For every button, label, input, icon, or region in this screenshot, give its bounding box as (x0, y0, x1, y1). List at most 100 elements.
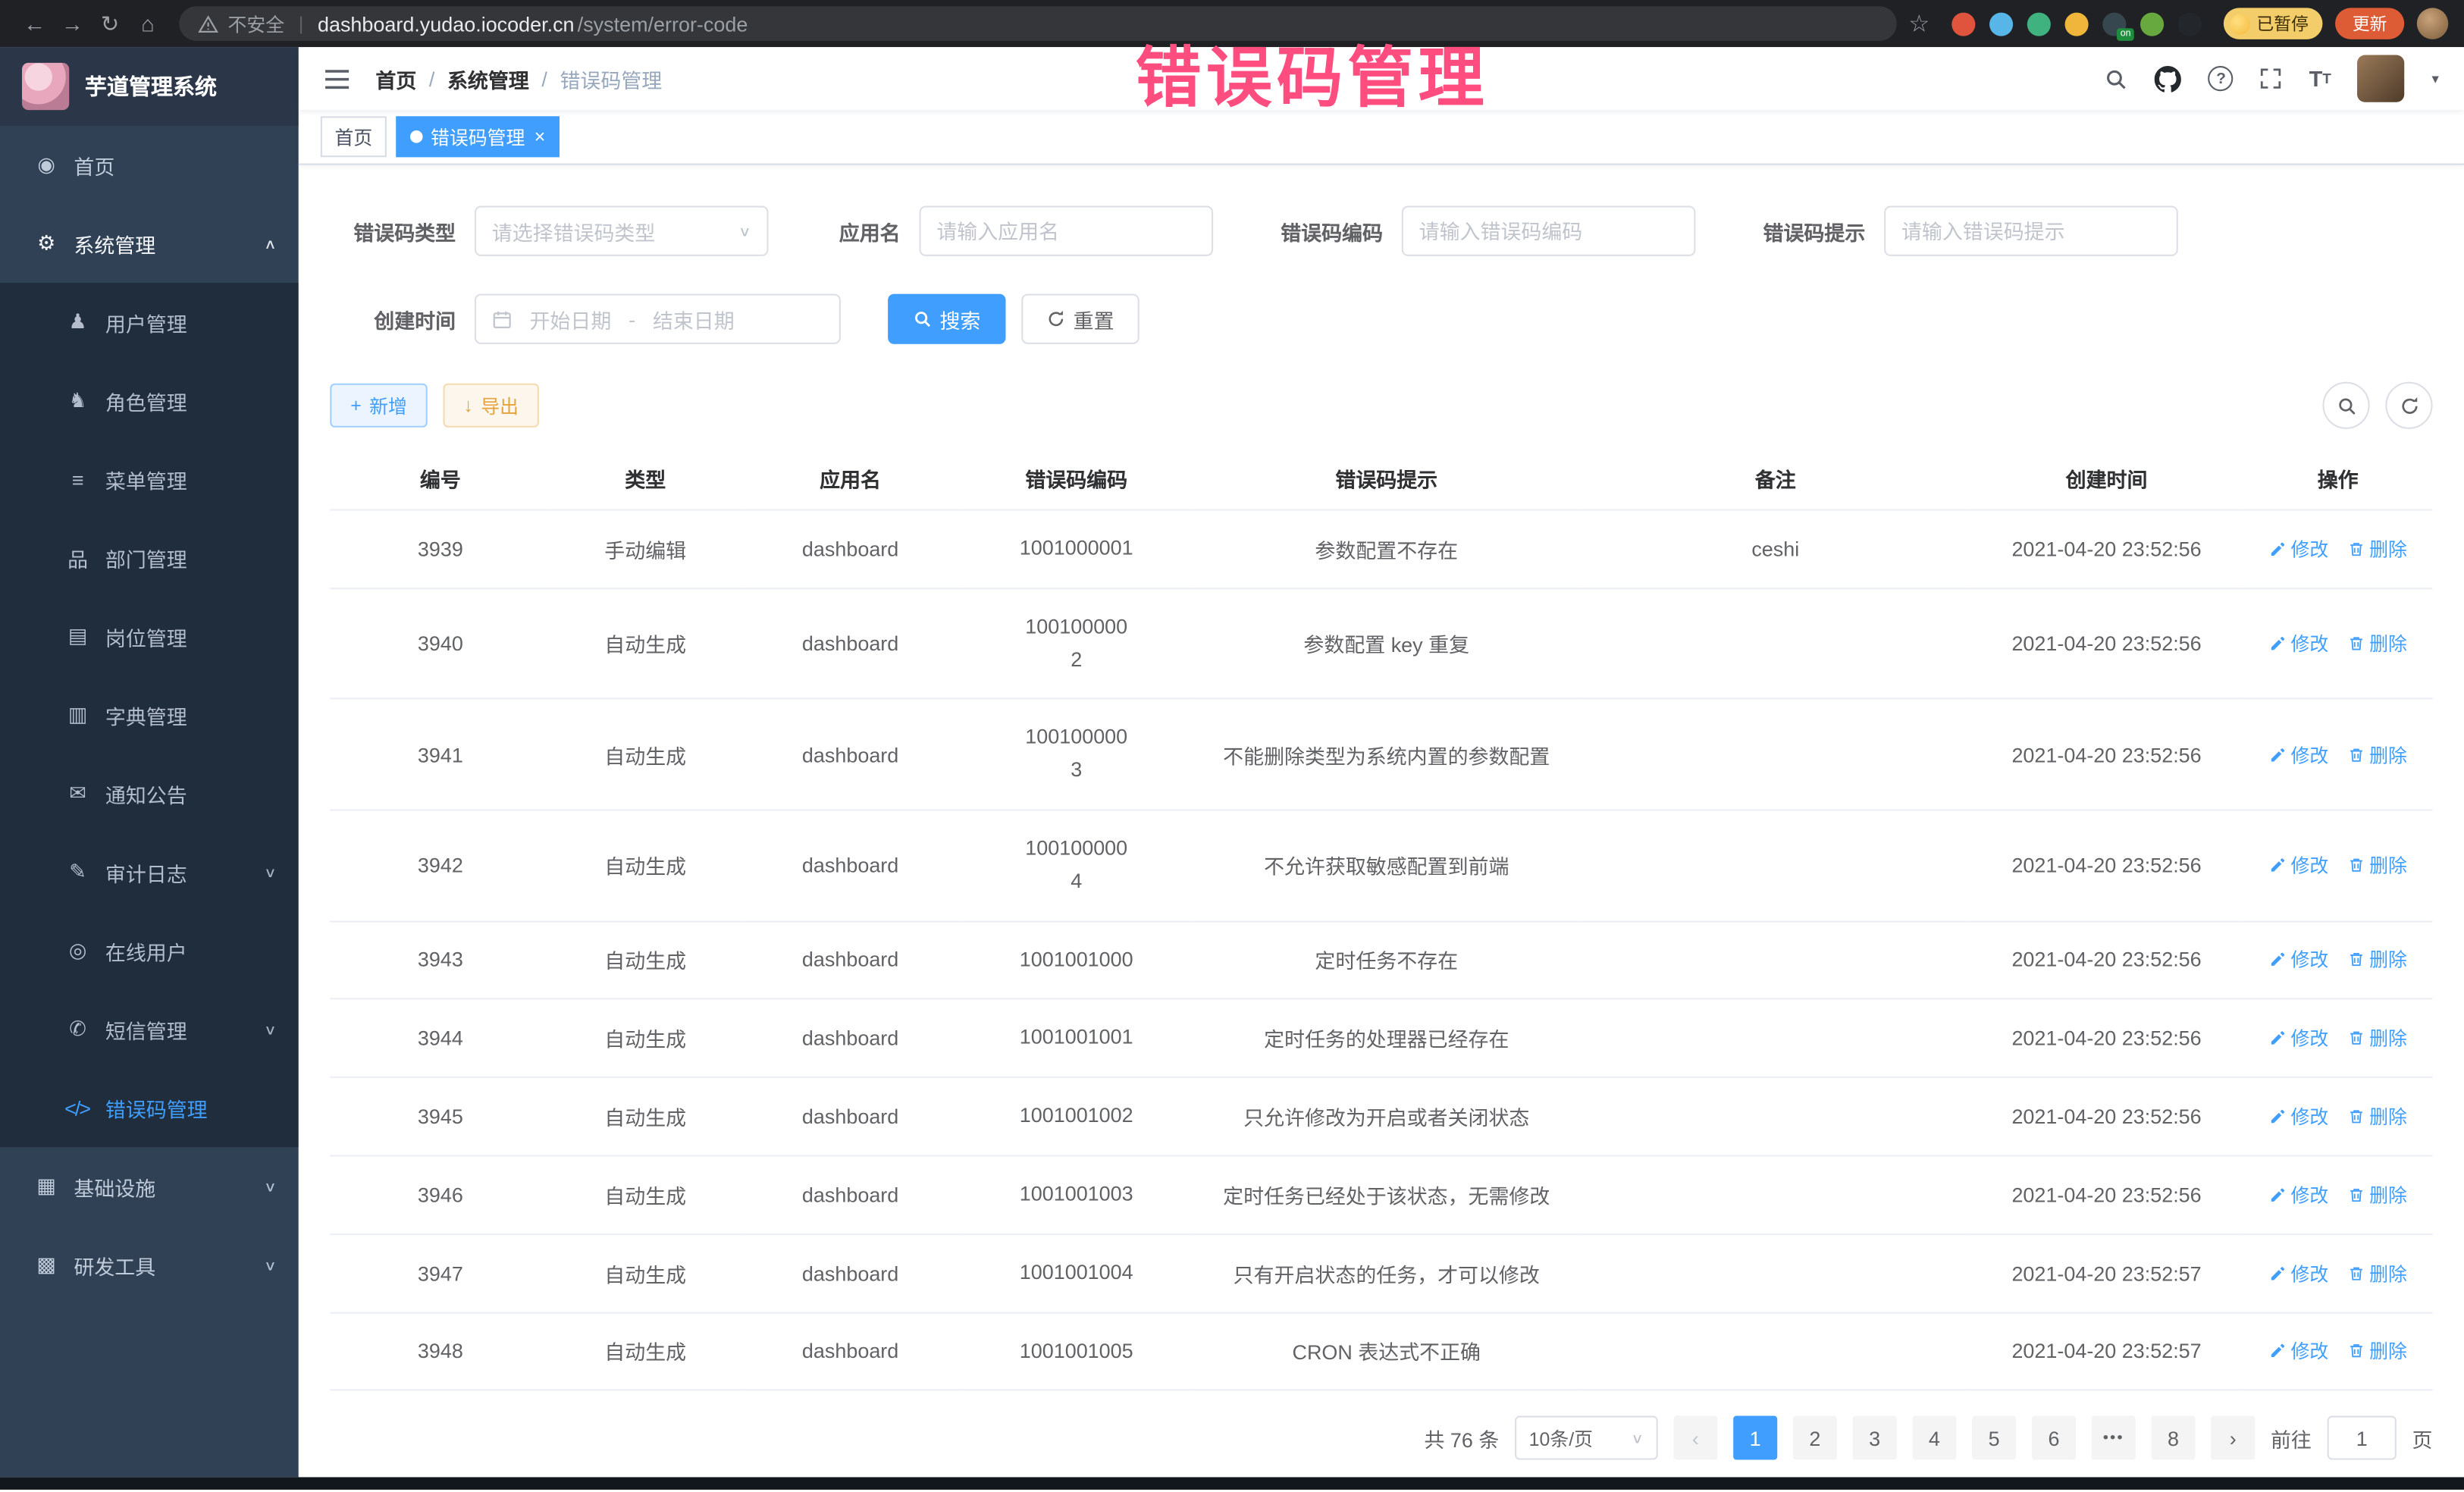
column-header[interactable]: 应用名 (740, 448, 961, 510)
edit-link[interactable]: 修改 (2268, 1260, 2328, 1287)
extension-icon-blue-drop[interactable] (1989, 12, 2013, 36)
delete-link[interactable]: 删除 (2347, 947, 2407, 973)
security-label[interactable]: 不安全 (228, 10, 285, 36)
page-size-select[interactable]: 10条/页 ∨ (1515, 1416, 1658, 1460)
delete-link[interactable]: 删除 (2347, 630, 2407, 657)
browser-update-button[interactable]: 更新 (2335, 8, 2404, 39)
delete-link[interactable]: 删除 (2347, 1103, 2407, 1130)
error-msg-input[interactable] (1884, 206, 2178, 256)
sidebar-item[interactable]: ▩ 研发工具 ∨ (0, 1226, 299, 1305)
sidebar-item[interactable]: ≡ 菜单管理 (0, 440, 299, 519)
page-button[interactable]: 3 (1853, 1416, 1897, 1460)
fullscreen-icon[interactable] (2260, 67, 2282, 89)
breadcrumb-item[interactable]: 系统管理 (447, 64, 529, 93)
app-logo[interactable]: 芋道管理系统 (0, 47, 299, 126)
extension-icon-switch[interactable]: on (2102, 12, 2126, 36)
column-header[interactable]: 类型 (550, 448, 740, 510)
delete-link[interactable]: 删除 (2347, 852, 2407, 879)
column-header[interactable]: 备注 (1581, 448, 1970, 510)
prev-page-button[interactable]: ‹ (1673, 1416, 1717, 1460)
page-button[interactable]: 2 (1793, 1416, 1837, 1460)
goto-page-input[interactable] (2328, 1416, 2397, 1460)
sidebar-item[interactable]: </> 错误码管理 (0, 1068, 299, 1147)
page-button[interactable]: 5 (1972, 1416, 2016, 1460)
page-button[interactable]: 1 (1733, 1416, 1777, 1460)
sidebar-item[interactable]: ▦ 基础设施 ∨ (0, 1147, 299, 1226)
delete-link[interactable]: 删除 (2347, 536, 2407, 563)
search-button[interactable]: 搜索 (888, 294, 1005, 344)
address-bar[interactable]: 不安全 | dashboard.yudao.iocoder.cn /system… (179, 6, 1896, 41)
extension-icon-green-v[interactable] (2027, 12, 2051, 36)
extension-icon-red-circle[interactable] (1951, 12, 1975, 36)
view-tag[interactable]: 首页 (321, 116, 387, 157)
breadcrumb-item[interactable]: 首页 (375, 64, 416, 93)
sidebar-toggle-button[interactable] (318, 61, 357, 97)
avatar-caret-icon[interactable]: ▾ (2431, 70, 2438, 87)
app-name-input[interactable] (920, 206, 1214, 256)
edit-link[interactable]: 修改 (2268, 536, 2328, 563)
page-button[interactable]: 4 (1912, 1416, 1956, 1460)
start-date-placeholder[interactable]: 开始日期 (529, 304, 611, 334)
browser-home-icon[interactable]: ⌂ (129, 11, 167, 36)
search-icon[interactable] (2105, 67, 2128, 90)
column-header[interactable]: 创建时间 (1970, 448, 2243, 510)
extension-icon-colorful-grid[interactable] (2065, 12, 2089, 36)
delete-link[interactable]: 删除 (2347, 1181, 2407, 1208)
profile-paused-badge[interactable]: 已暂停 (2224, 8, 2323, 39)
sidebar-item[interactable]: ◎ 在线用户 (0, 911, 299, 990)
browser-forward-icon[interactable]: → (53, 11, 91, 36)
github-icon[interactable] (2155, 65, 2182, 92)
page-button[interactable]: 6 (2032, 1416, 2076, 1460)
column-header[interactable]: 错误码编码 (961, 448, 1192, 510)
delete-link[interactable]: 删除 (2347, 741, 2407, 768)
sidebar-item[interactable]: ▥ 字典管理 (0, 675, 299, 754)
edit-link[interactable]: 修改 (2268, 1103, 2328, 1130)
sidebar-item[interactable]: 品 部门管理 (0, 519, 299, 597)
edit-link[interactable]: 修改 (2268, 630, 2328, 657)
browser-back-icon[interactable]: ← (16, 11, 54, 36)
edit-link[interactable]: 修改 (2268, 1338, 2328, 1365)
sidebar-item[interactable]: ♟ 用户管理 (0, 283, 299, 362)
edit-link[interactable]: 修改 (2268, 1025, 2328, 1052)
sidebar-item[interactable]: ✉ 通知公告 (0, 754, 299, 833)
extension-icon-green-leaf[interactable] (2140, 12, 2164, 36)
close-tag-icon[interactable]: × (534, 126, 546, 148)
browser-profile-avatar[interactable] (2417, 8, 2448, 39)
delete-link[interactable]: 删除 (2347, 1025, 2407, 1052)
date-range-picker[interactable]: 开始日期 - 结束日期 (475, 294, 841, 344)
delete-link[interactable]: 删除 (2347, 1260, 2407, 1287)
breadcrumb-item[interactable]: 错误码管理 (560, 64, 662, 93)
error-code-input[interactable] (1402, 206, 1696, 256)
sidebar-item[interactable]: ♞ 角色管理 (0, 362, 299, 440)
sidebar-item[interactable]: ▤ 岗位管理 (0, 597, 299, 676)
refresh-table-button[interactable] (2385, 382, 2432, 429)
toggle-search-button[interactable] (2322, 382, 2369, 429)
view-tag[interactable]: 错误码管理 × (396, 116, 560, 157)
end-date-placeholder[interactable]: 结束日期 (653, 304, 735, 334)
column-header[interactable]: 操作 (2243, 448, 2433, 510)
edit-link[interactable]: 修改 (2268, 741, 2328, 768)
edit-link[interactable]: 修改 (2268, 947, 2328, 973)
help-icon[interactable]: ? (2209, 66, 2234, 91)
page-button[interactable]: ••• (2092, 1416, 2136, 1460)
edit-link[interactable]: 修改 (2268, 1181, 2328, 1208)
reset-button[interactable]: 重置 (1021, 294, 1139, 344)
edit-link[interactable]: 修改 (2268, 852, 2328, 879)
delete-link[interactable]: 删除 (2347, 1338, 2407, 1365)
column-header[interactable]: 错误码提示 (1192, 448, 1581, 510)
export-button[interactable]: ↓ 导出 (444, 384, 539, 428)
error-type-select[interactable]: 请选择错误码类型 ∨ (475, 206, 769, 256)
user-avatar[interactable] (2358, 55, 2405, 102)
font-size-icon[interactable]: TT (2309, 66, 2331, 91)
browser-reload-icon[interactable]: ↻ (91, 10, 129, 36)
sidebar-item[interactable]: ✎ 审计日志 ∨ (0, 833, 299, 912)
page-button[interactable]: 8 (2151, 1416, 2195, 1460)
sidebar-item[interactable]: ◉ 首页 (0, 126, 299, 205)
extension-icon-dark-pin[interactable] (2178, 12, 2202, 36)
sidebar-item[interactable]: ⚙ 系统管理 ∧ (0, 204, 299, 283)
sidebar-item[interactable]: ✆ 短信管理 ∨ (0, 990, 299, 1069)
column-header[interactable]: 编号 (330, 448, 550, 510)
next-page-button[interactable]: › (2211, 1416, 2255, 1460)
bookmark-star-icon[interactable]: ☆ (1908, 9, 1930, 37)
add-button[interactable]: + 新增 (330, 384, 428, 428)
